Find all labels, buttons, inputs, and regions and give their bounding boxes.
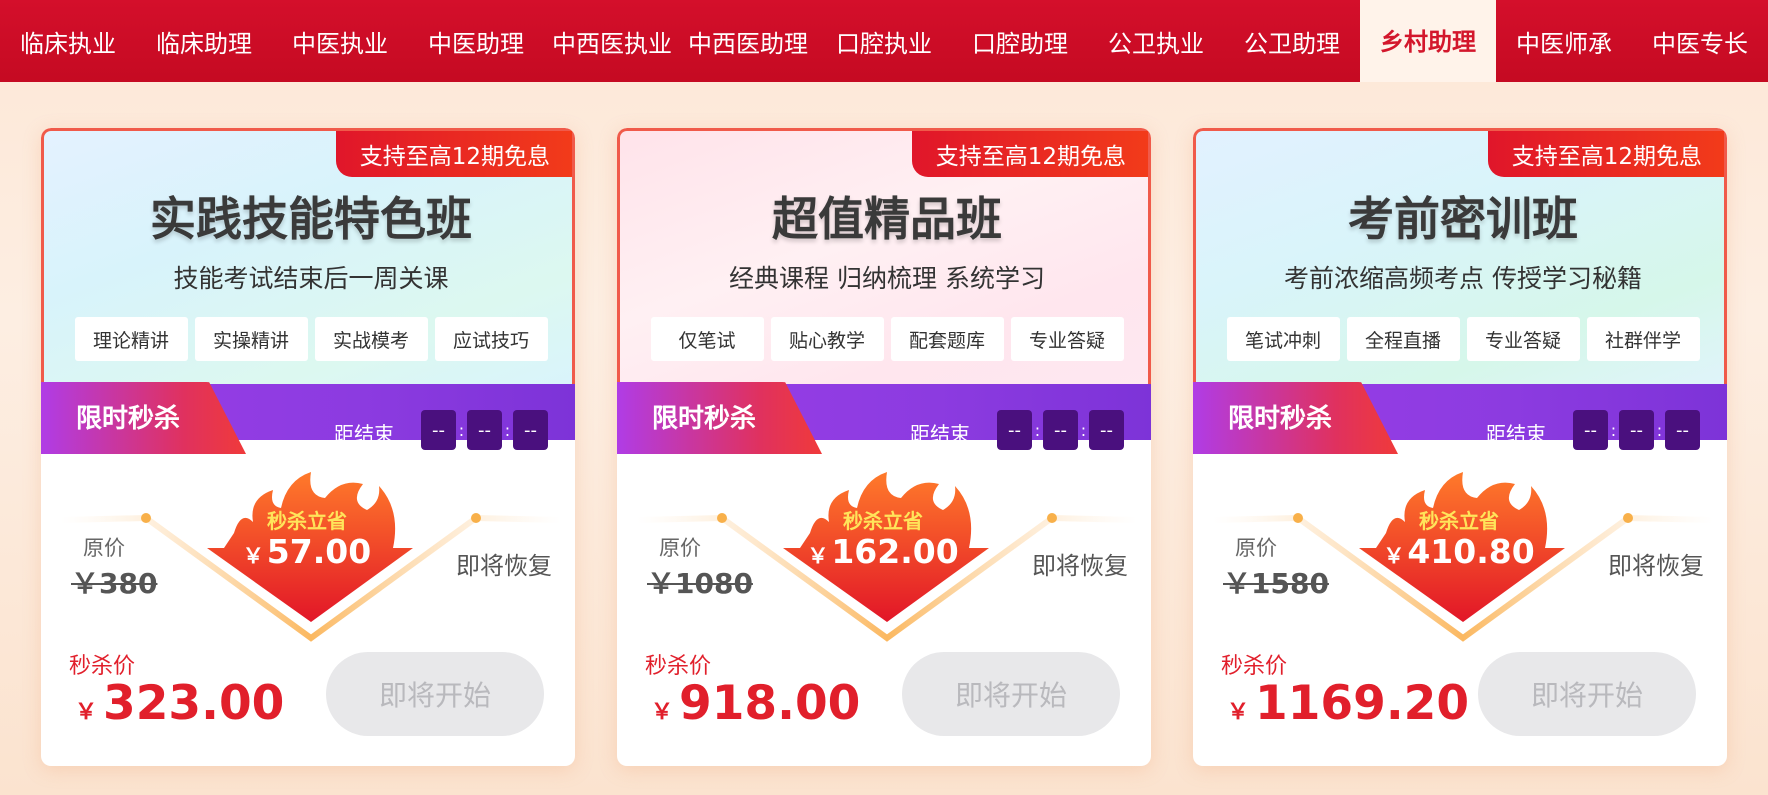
original-price-label: 原价: [1235, 536, 1277, 560]
course-title: 超值精品班: [772, 192, 1002, 246]
card-header: 支持至高12期免息 实践技能特色班 技能考试结束后一周关课 理论精讲 实操精讲 …: [41, 128, 575, 418]
currency-symbol: ￥: [75, 700, 98, 725]
savings-amount: ￥162.00: [777, 532, 989, 571]
feature-tag: 理论精讲: [74, 317, 188, 361]
timer-separator: :: [458, 420, 465, 440]
feature-tag: 笔试冲刺: [1226, 317, 1340, 361]
course-card[interactable]: 支持至高12期免息 考前密训班 考前浓缩高频考点 传授学习秘籍 笔试冲刺 全程直…: [1193, 128, 1727, 766]
original-price: ￥1580: [1223, 567, 1329, 600]
installment-badge: 支持至高12期免息: [1487, 131, 1724, 177]
feature-tag: 专业答疑: [1010, 317, 1124, 361]
price-area: 原价 ￥380 秒杀立省 ￥57.00 即将恢复 秒杀价 ￥ 323.00 即将开…: [41, 440, 575, 766]
savings-label: 秒杀立省: [843, 509, 923, 533]
feature-tag: 实操精讲: [194, 317, 308, 361]
course-title: 考前密训班: [1348, 192, 1578, 246]
feature-tag: 仅笔试: [650, 317, 764, 361]
feature-tag: 全程直播: [1346, 317, 1460, 361]
course-card[interactable]: 支持至高12期免息 超值精品班 经典课程 归纳梳理 系统学习 仅笔试 贴心教学 …: [617, 128, 1151, 766]
timer-separator: :: [1034, 420, 1041, 440]
restore-soon-label: 即将恢复: [1032, 552, 1128, 580]
sale-price: ￥ 1169.20: [1227, 676, 1469, 731]
installment-badge: 支持至高12期免息: [335, 131, 572, 177]
savings-label: 秒杀立省: [267, 509, 347, 533]
feature-tag: 专业答疑: [1466, 317, 1580, 361]
feature-tag: 实战模考: [314, 317, 428, 361]
feature-tags: 仅笔试 贴心教学 配套题库 专业答疑: [620, 317, 1151, 361]
card-header: 支持至高12期免息 考前密训班 考前浓缩高频考点 传授学习秘籍 笔试冲刺 全程直…: [1193, 128, 1727, 418]
original-price: ￥1080: [647, 567, 753, 600]
coming-soon-button[interactable]: 即将开始: [1478, 652, 1696, 736]
savings-value: 57.00: [266, 532, 372, 571]
course-subtitle: 经典课程 归纳梳理 系统学习: [729, 264, 1045, 293]
timer-separator: :: [1656, 420, 1663, 440]
currency-symbol: ￥: [651, 700, 674, 725]
timer-separator: :: [504, 420, 511, 440]
sale-price-value: 918.00: [679, 676, 861, 731]
feature-tags: 理论精讲 实操精讲 实战模考 应试技巧: [44, 317, 575, 361]
currency-symbol: ￥: [242, 544, 264, 568]
original-price-label: 原价: [83, 536, 125, 560]
card-header: 支持至高12期免息 超值精品班 经典课程 归纳梳理 系统学习 仅笔试 贴心教学 …: [617, 128, 1151, 418]
feature-tag: 社群伴学: [1586, 317, 1700, 361]
currency-symbol: ￥: [1383, 544, 1405, 568]
currency-symbol: ￥: [1227, 700, 1250, 725]
sale-price: ￥ 918.00: [651, 676, 860, 731]
installment-badge: 支持至高12期免息: [911, 131, 1148, 177]
price-area: 原价 ￥1080 秒杀立省 ￥162.00 即将恢复 秒杀价 ￥ 918.00 即…: [617, 440, 1151, 766]
savings-label: 秒杀立省: [1419, 509, 1499, 533]
sale-price: ￥ 323.00: [75, 676, 284, 731]
currency-symbol: ￥: [807, 544, 829, 568]
coming-soon-button[interactable]: 即将开始: [326, 652, 544, 736]
coming-soon-button[interactable]: 即将开始: [902, 652, 1120, 736]
flash-sale-strip: 限时秒杀 距结束 -- : -- : --: [617, 382, 1151, 454]
flash-sale-strip: 限时秒杀 距结束 -- : -- : --: [1193, 382, 1727, 454]
savings-amount: ￥410.80: [1353, 532, 1565, 571]
feature-tag: 应试技巧: [434, 317, 548, 361]
flash-sale-label: 限时秒杀: [76, 404, 181, 434]
savings-value: 162.00: [831, 532, 959, 571]
feature-tag: 贴心教学: [770, 317, 884, 361]
timer-separator: :: [1610, 420, 1617, 440]
restore-soon-label: 即将恢复: [1608, 552, 1704, 580]
restore-soon-label: 即将恢复: [456, 552, 552, 580]
course-card[interactable]: 支持至高12期免息 实践技能特色班 技能考试结束后一周关课 理论精讲 实操精讲 …: [41, 128, 575, 766]
flash-sale-strip: 限时秒杀 距结束 -- : -- : --: [41, 382, 575, 454]
flash-sale-label: 限时秒杀: [1228, 404, 1333, 434]
feature-tag: 配套题库: [890, 317, 1004, 361]
course-subtitle: 考前浓缩高频考点 传授学习秘籍: [1284, 264, 1642, 293]
original-price-label: 原价: [659, 536, 701, 560]
course-subtitle: 技能考试结束后一周关课: [173, 264, 449, 293]
price-area: 原价 ￥1580 秒杀立省 ￥410.80 即将恢复 秒杀价 ￥ 1169.20 …: [1193, 440, 1727, 766]
sale-price-value: 1169.20: [1255, 676, 1470, 731]
course-title: 实践技能特色班: [150, 192, 472, 246]
original-price: ￥380: [71, 567, 158, 600]
savings-amount: ￥57.00: [201, 532, 413, 571]
flash-sale-label: 限时秒杀: [652, 404, 757, 434]
sale-price-value: 323.00: [103, 676, 285, 731]
course-cards: 支持至高12期免息 实践技能特色班 技能考试结束后一周关课 理论精讲 实操精讲 …: [0, 0, 1768, 795]
timer-separator: :: [1080, 420, 1087, 440]
feature-tags: 笔试冲刺 全程直播 专业答疑 社群伴学: [1196, 317, 1727, 361]
savings-value: 410.80: [1407, 532, 1535, 571]
